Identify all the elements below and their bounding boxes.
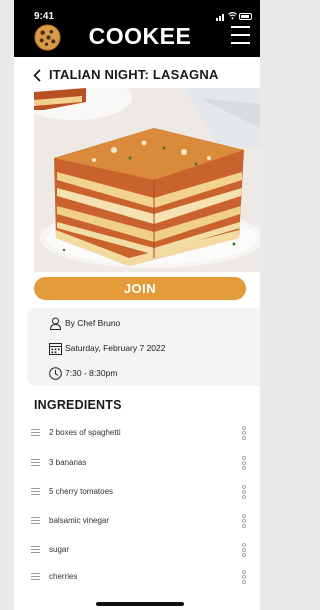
ingredient-item[interactable]: cherries	[14, 569, 260, 585]
more-options-icon[interactable]	[241, 543, 247, 558]
page-title: ITALIAN NIGHT: LASAGNA	[49, 67, 219, 82]
hamburger-menu-icon[interactable]	[231, 25, 250, 45]
more-options-icon[interactable]	[241, 426, 247, 441]
ingredient-name: 2 boxes of spaghetti	[49, 428, 121, 437]
ingredient-name: sugar	[49, 545, 70, 554]
event-details-card: By Chef Bruno Saturday, February 7 2022 …	[27, 308, 260, 386]
drag-handle-icon[interactable]	[31, 459, 40, 467]
chevron-left-icon[interactable]	[32, 69, 42, 82]
signal-icon	[216, 18, 218, 21]
drag-handle-icon[interactable]	[31, 546, 40, 554]
app-screen: 9:41 COOKEE ITALIAN NIGHT: LASAGNA JOIN …	[14, 0, 260, 610]
ingredient-item[interactable]: sugar	[14, 542, 260, 558]
top-app-bar: 9:41 COOKEE	[14, 0, 260, 57]
wifi-icon	[228, 12, 237, 20]
brand-title: COOKEE	[88, 23, 192, 49]
battery-icon	[239, 13, 252, 20]
time-label: 7:30 - 8:30pm	[65, 368, 118, 378]
more-options-icon[interactable]	[241, 570, 247, 585]
status-icons	[216, 12, 252, 21]
drag-handle-icon[interactable]	[31, 517, 40, 525]
ingredient-item[interactable]: 3 bananas	[14, 455, 260, 471]
host-label: By Chef Bruno	[65, 318, 121, 328]
drag-handle-icon[interactable]	[31, 573, 40, 581]
ingredient-name: 3 bananas	[49, 458, 87, 467]
ingredient-item[interactable]: balsamic vinegar	[14, 513, 260, 529]
ingredient-name: cherries	[49, 572, 78, 581]
status-time: 9:41	[34, 11, 55, 22]
ingredient-item[interactable]: 5 cherry tomatoes	[14, 484, 260, 500]
more-options-icon[interactable]	[241, 514, 247, 529]
join-button[interactable]: JOIN	[34, 277, 246, 300]
date-label: Saturday, February 7 2022	[65, 343, 166, 353]
ingredients-heading: INGREDIENTS	[34, 398, 122, 412]
page-title-row: ITALIAN NIGHT: LASAGNA	[14, 66, 260, 84]
home-indicator[interactable]	[96, 602, 184, 606]
cookie-icon[interactable]	[34, 24, 61, 51]
ingredient-name: 5 cherry tomatoes	[49, 487, 114, 496]
ingredient-name: balsamic vinegar	[49, 516, 110, 525]
drag-handle-icon[interactable]	[31, 488, 40, 496]
person-icon	[49, 317, 62, 330]
calendar-icon	[49, 343, 62, 355]
ingredient-item[interactable]: 2 boxes of spaghetti	[14, 425, 260, 441]
lasagna-photo	[34, 88, 260, 272]
clock-icon	[49, 367, 62, 380]
more-options-icon[interactable]	[241, 485, 247, 500]
more-options-icon[interactable]	[241, 456, 247, 471]
drag-handle-icon[interactable]	[31, 429, 40, 437]
